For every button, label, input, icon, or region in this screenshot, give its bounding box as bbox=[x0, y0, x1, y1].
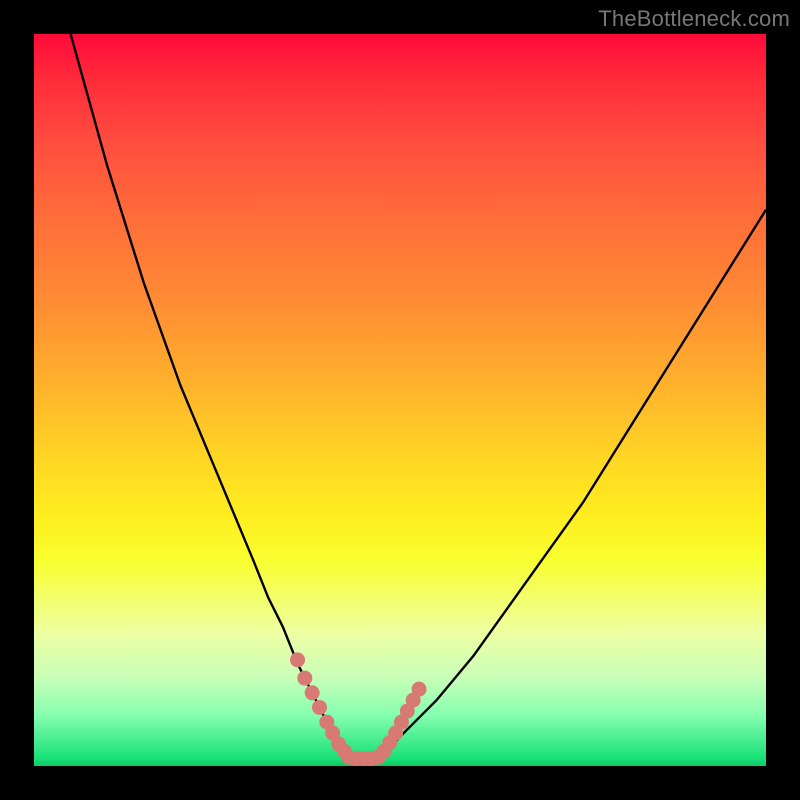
pink-marker-dot bbox=[312, 700, 327, 715]
pink-marker-group bbox=[290, 652, 427, 766]
chart-outer-frame: TheBottleneck.com bbox=[0, 0, 800, 800]
pink-marker-dot bbox=[290, 652, 305, 667]
chart-svg bbox=[34, 34, 766, 766]
chart-plot-area bbox=[34, 34, 766, 766]
curve-right-branch bbox=[378, 210, 766, 759]
watermark-text: TheBottleneck.com bbox=[598, 6, 790, 32]
pink-marker-dot bbox=[412, 682, 427, 697]
pink-marker-dot bbox=[297, 671, 312, 686]
pink-marker-dot bbox=[305, 685, 320, 700]
curve-left-branch bbox=[71, 34, 349, 759]
